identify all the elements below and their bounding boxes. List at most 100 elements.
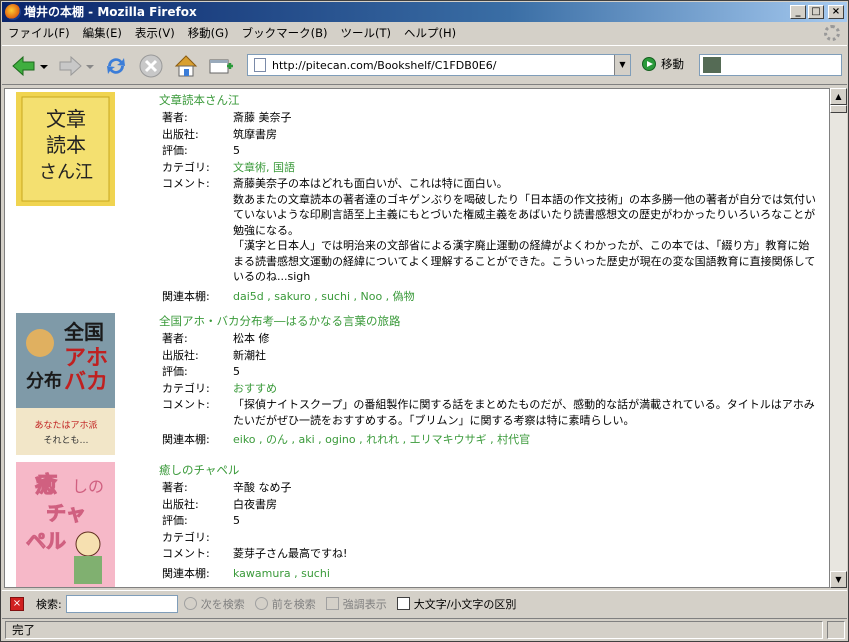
svg-text:チャ: チャ	[46, 501, 86, 525]
menu-edit[interactable]: 編集(E)	[83, 25, 122, 41]
page-icon	[254, 58, 266, 72]
match-case-label: 大文字/小文字の区別	[413, 597, 517, 611]
svg-text:さん江: さん江	[39, 162, 93, 183]
scroll-thumb[interactable]	[830, 105, 847, 113]
comment-label: コメント:	[162, 177, 210, 190]
book-cover[interactable]: 全国 アホ バカ 分布 あなたはアホ派 それとも…	[16, 313, 115, 455]
book-title-link[interactable]: 癒しのチャペル	[159, 462, 819, 479]
highlight-label: 強調表示	[342, 597, 387, 611]
title-bar[interactable]: 増井の本棚 - Mozilla Firefox _ □ ×	[2, 2, 847, 22]
author-value: 松本 修	[233, 332, 270, 345]
book-cover[interactable]: 文章 読本 さん江	[16, 92, 115, 206]
scroll-up-button[interactable]: ▲	[830, 88, 847, 105]
new-tab-icon[interactable]	[207, 52, 235, 80]
window-title: 増井の本棚 - Mozilla Firefox	[24, 5, 197, 19]
related-label: 関連本棚:	[162, 566, 210, 580]
category-links[interactable]: おすすめ	[233, 380, 819, 397]
find-previous-label: 前を検索	[271, 597, 316, 611]
svg-text:ペル: ペル	[26, 529, 66, 553]
close-find-bar-icon[interactable]: ×	[10, 596, 24, 611]
author-label: 著者:	[162, 481, 188, 494]
related-shelves-links[interactable]: eiko , のん , aki , ogino , れれれ , エリマキウサギ …	[233, 431, 819, 448]
go-button[interactable]: 移動	[642, 56, 684, 72]
close-button[interactable]: ×	[828, 5, 844, 19]
publisher-label: 出版社:	[162, 348, 199, 362]
find-input[interactable]	[65, 594, 178, 613]
svg-text:アホ: アホ	[64, 346, 108, 371]
menu-file[interactable]: ファイル(F)	[8, 25, 70, 41]
svg-text:読本: 読本	[46, 133, 86, 157]
find-previous-button[interactable]: 前を検索	[254, 596, 316, 612]
category-label: カテゴリ:	[162, 530, 210, 544]
maximize-button[interactable]: □	[808, 5, 824, 19]
minimize-button[interactable]: _	[790, 5, 806, 19]
related-label: 関連本棚:	[162, 433, 210, 446]
find-next-label: 次を検索	[200, 597, 245, 611]
reload-icon[interactable]	[102, 52, 130, 80]
book-cover[interactable]: 癒 しの チャ ペル	[16, 462, 115, 588]
menu-help[interactable]: ヘルプ(H)	[404, 25, 456, 41]
status-text: 完了	[5, 621, 823, 639]
svg-text:分布: 分布	[26, 370, 62, 392]
rating-value: 5	[233, 144, 240, 157]
home-icon[interactable]	[172, 52, 200, 80]
find-bar: × 検索: 次を検索 前を検索 強調表示 大文字/小文字の区別	[2, 590, 847, 616]
menu-bar: ファイル(F) 編集(E) 表示(V) 移動(G) ブックマーク(B) ツール(…	[2, 23, 847, 43]
highlight-button[interactable]: 強調表示	[325, 596, 387, 612]
scroll-down-button[interactable]: ▼	[830, 571, 847, 588]
forward-arrow-icon[interactable]	[56, 52, 84, 80]
go-arrow-icon	[642, 57, 656, 71]
comment-text: 斎藤美奈子の本はどれも面白いが、これは特に面白い。 数あまたの文章読本の著者達の…	[233, 175, 819, 285]
rating-value: 5	[233, 365, 240, 378]
vertical-scrollbar[interactable]: ▲ ▼	[830, 88, 847, 588]
menu-go[interactable]: 移動(G)	[188, 25, 229, 41]
category-links[interactable]: 文章術, 国語	[233, 159, 819, 176]
page-content: 文章 読本 さん江 文章読本さん江 著者: 斎藤 美奈子 出版社: 筑摩書房 評価:…	[4, 88, 830, 588]
navigation-toolbar: ▼ 移動	[2, 45, 847, 85]
publisher-value: 新潮社	[233, 348, 266, 362]
publisher-label: 出版社:	[162, 127, 199, 141]
stop-icon[interactable]	[137, 52, 165, 80]
highlight-icon	[325, 597, 339, 610]
publisher-label: 出版社:	[162, 497, 199, 511]
comment-text: 「探偵ナイトスクープ」の番組製作に関する話をまとめたものだが、感動的な話が満載さ…	[233, 396, 819, 428]
menu-tools[interactable]: ツール(T)	[340, 25, 391, 41]
book-title-link[interactable]: 全国アホ・バカ分布考―はるかなる言葉の旅路	[159, 313, 819, 330]
url-input[interactable]	[272, 56, 614, 74]
back-arrow-icon[interactable]	[10, 52, 38, 80]
book-title-link[interactable]: 文章読本さん江	[159, 92, 819, 109]
comment-paragraph: 数あまたの文章読本の著者達のゴキゲンぶりを喝破したり「日本語の作文技術」の本多勝…	[233, 192, 816, 237]
category-links[interactable]	[233, 529, 819, 546]
related-shelves-links[interactable]: kawamura , suchi	[233, 565, 819, 582]
url-history-dropdown[interactable]: ▼	[614, 55, 630, 75]
comment-text: 菱芽子さん最高ですね!	[233, 545, 819, 562]
svg-text:文章: 文章	[46, 107, 86, 131]
svg-text:それとも…: それとも…	[43, 435, 88, 446]
book-info: 癒しのチャペル 著者: 辛酸 なめ子 出版社: 白夜書房 評価: 5 カテゴリ: コメ…	[159, 462, 819, 581]
comment-paragraph: 「探偵ナイトスクープ」の番組製作に関する話をまとめたものだが、感動的な話が満載さ…	[233, 398, 815, 427]
back-dropdown-icon[interactable]	[38, 52, 50, 80]
svg-text:しの: しの	[72, 477, 104, 496]
rating-label: 評価:	[162, 514, 188, 527]
category-label: カテゴリ:	[162, 381, 210, 395]
category-label: カテゴリ:	[162, 160, 210, 174]
svg-text:癒: 癒	[35, 472, 57, 498]
find-label: 検索:	[36, 597, 62, 611]
firefox-icon	[5, 4, 21, 20]
comment-paragraph: 斎藤美奈子の本はどれも面白いが、これは特に面白い。	[233, 177, 508, 190]
match-case-checkbox[interactable]	[396, 597, 410, 610]
find-next-button[interactable]: 次を検索	[183, 596, 245, 612]
throbber-icon	[824, 25, 840, 41]
svg-text:バカ: バカ	[64, 370, 108, 395]
search-box[interactable]	[699, 54, 842, 76]
author-label: 著者:	[162, 332, 188, 345]
resize-grip[interactable]	[827, 621, 845, 639]
menu-view[interactable]: 表示(V)	[135, 25, 175, 41]
search-engine-icon[interactable]	[703, 57, 721, 73]
forward-dropdown-icon[interactable]	[84, 52, 96, 80]
menu-bookmarks[interactable]: ブックマーク(B)	[242, 25, 328, 41]
down-arrow-icon	[183, 597, 197, 610]
address-bar[interactable]: ▼	[247, 54, 631, 76]
related-shelves-links[interactable]: dai5d , sakuro , suchi , Noo , 偽物	[233, 288, 819, 305]
author-value: 斎藤 美奈子	[233, 111, 292, 124]
